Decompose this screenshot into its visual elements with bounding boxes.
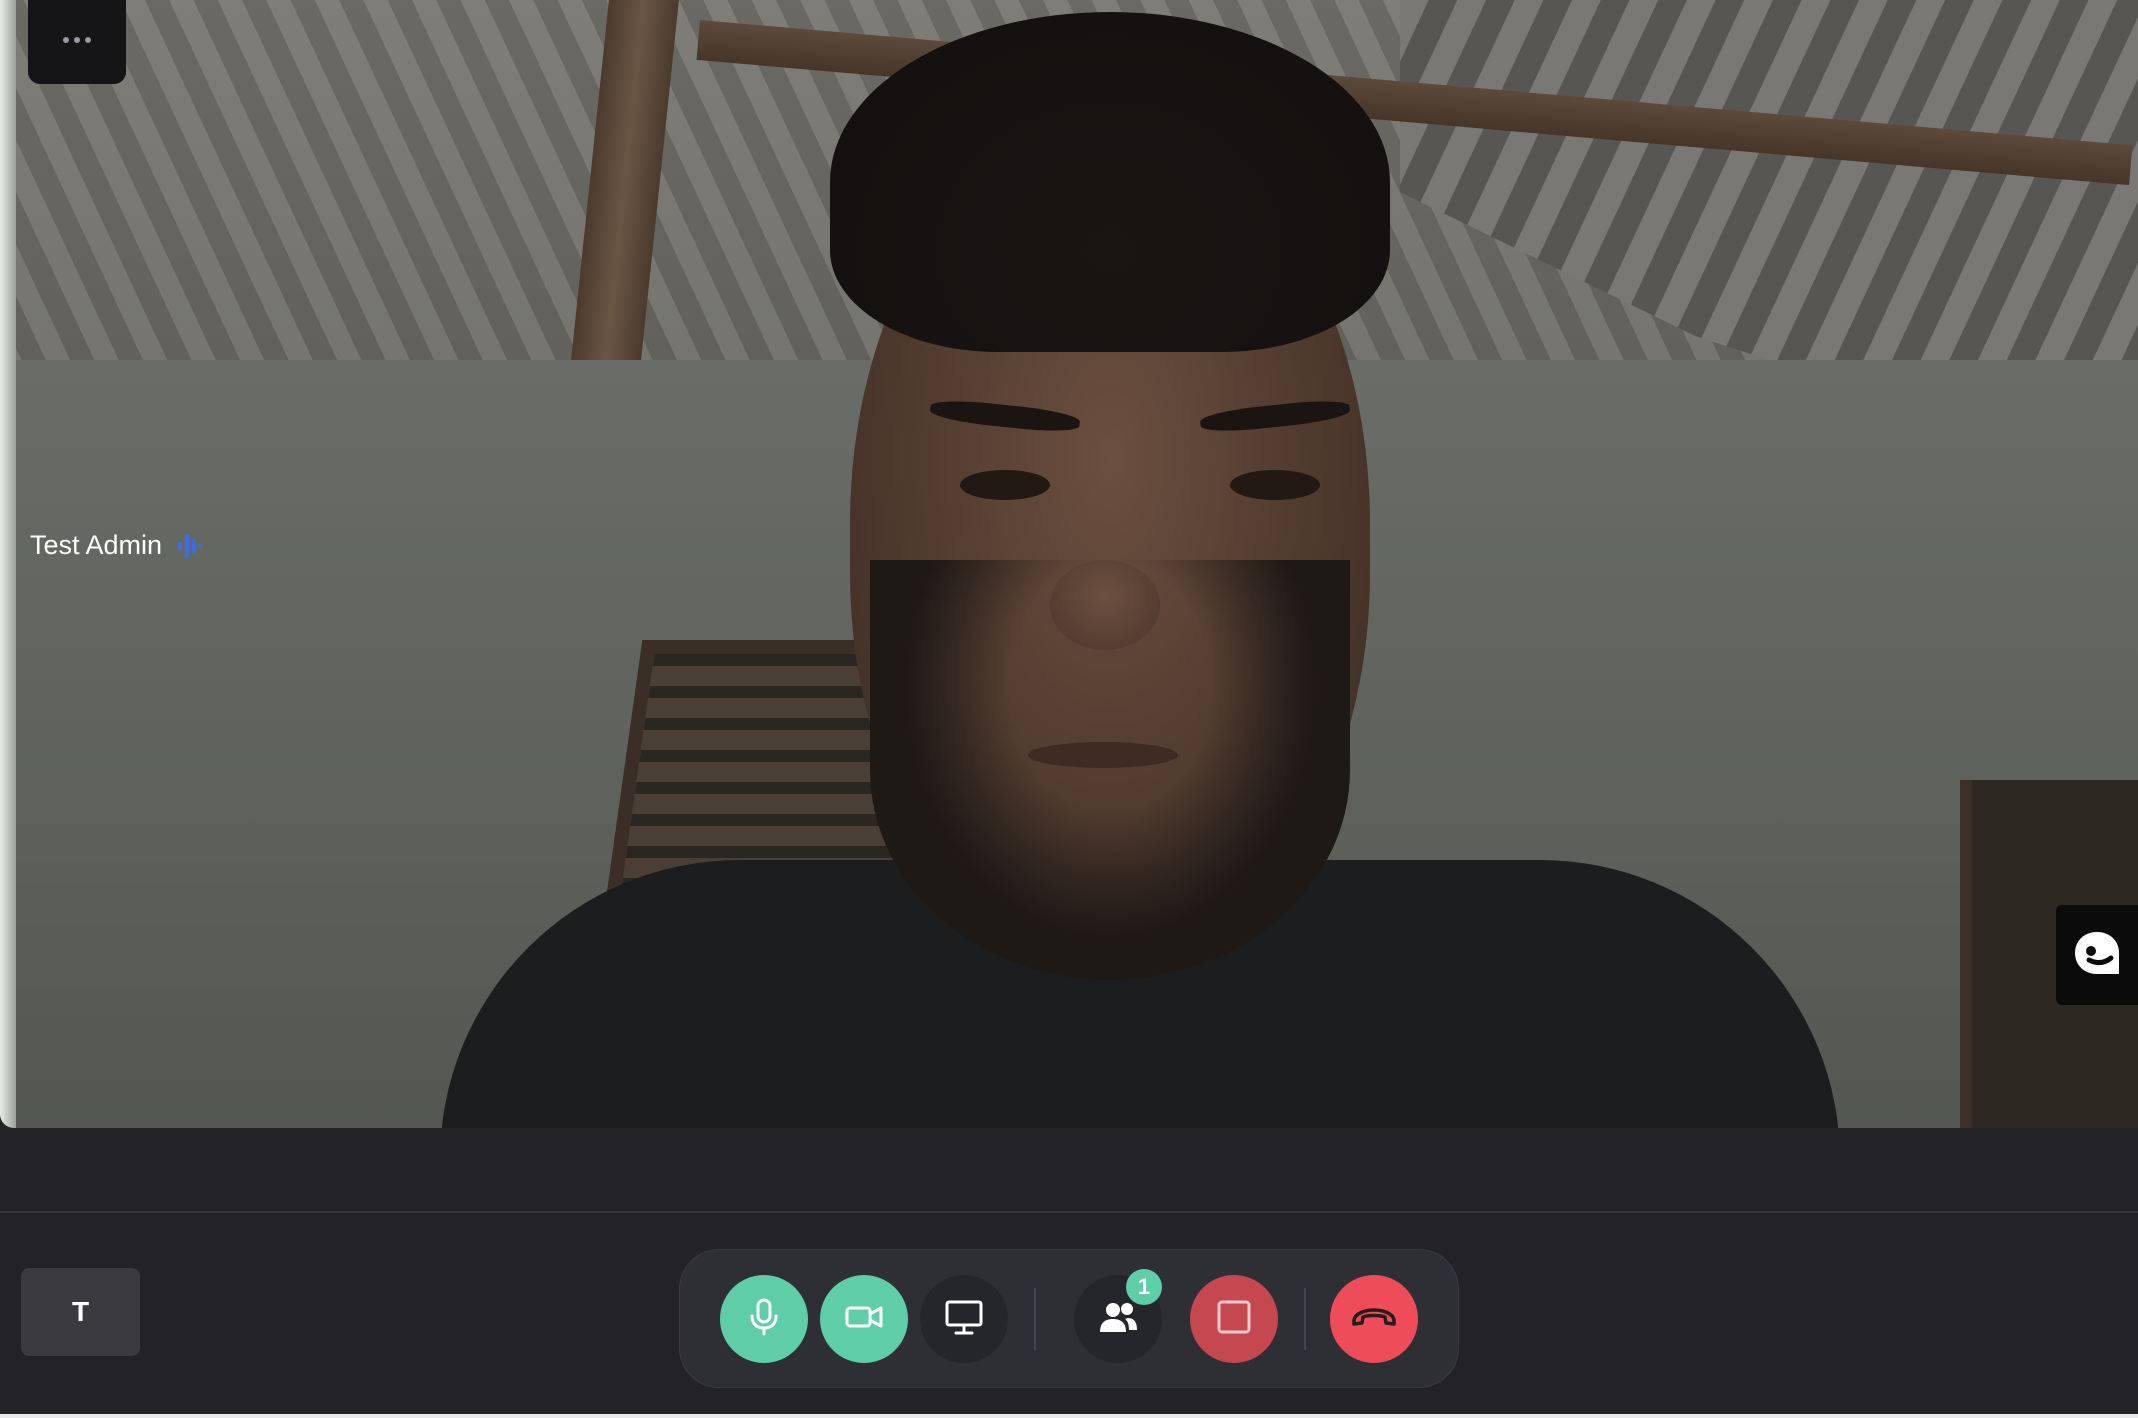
participants-count-badge: 1 bbox=[1126, 1269, 1162, 1305]
feedback-tab-button[interactable] bbox=[2056, 905, 2138, 1005]
screen-share-button[interactable] bbox=[920, 1275, 1008, 1363]
call-controls-group: 1 bbox=[679, 1249, 1459, 1388]
microphone-toggle-button[interactable] bbox=[720, 1275, 808, 1363]
participant-video-tile: Test Admin bbox=[0, 0, 2138, 1128]
camera-toggle-button[interactable] bbox=[820, 1275, 908, 1363]
self-initial: T bbox=[71, 1296, 90, 1327]
participant-video-feed bbox=[440, 0, 1840, 1128]
stop-recording-button[interactable] bbox=[1190, 1275, 1278, 1363]
more-horizontal-icon bbox=[62, 22, 92, 49]
phone-hangup-icon bbox=[1350, 1306, 1398, 1333]
more-options-button[interactable] bbox=[28, 0, 126, 84]
controls-separator bbox=[1034, 1288, 1036, 1350]
microphone-icon bbox=[746, 1297, 782, 1342]
call-control-bar: T 1 bbox=[0, 1213, 2138, 1414]
participant-name-label: Test Admin bbox=[30, 530, 202, 561]
audio-wave-icon bbox=[176, 531, 202, 561]
participant-name: Test Admin bbox=[30, 530, 163, 560]
users-icon bbox=[1098, 1300, 1138, 1339]
stop-square-icon bbox=[1216, 1299, 1252, 1340]
participants-button[interactable]: 1 bbox=[1074, 1269, 1162, 1363]
leave-call-button[interactable] bbox=[1330, 1275, 1418, 1363]
controls-separator bbox=[1304, 1288, 1306, 1350]
monitor-icon bbox=[944, 1298, 984, 1341]
chat-bubble-icon bbox=[2071, 928, 2123, 983]
video-camera-icon bbox=[844, 1302, 884, 1337]
video-call-app: Test Admin T 1 bbox=[0, 0, 2138, 1414]
self-view-avatar[interactable]: T bbox=[21, 1268, 140, 1356]
